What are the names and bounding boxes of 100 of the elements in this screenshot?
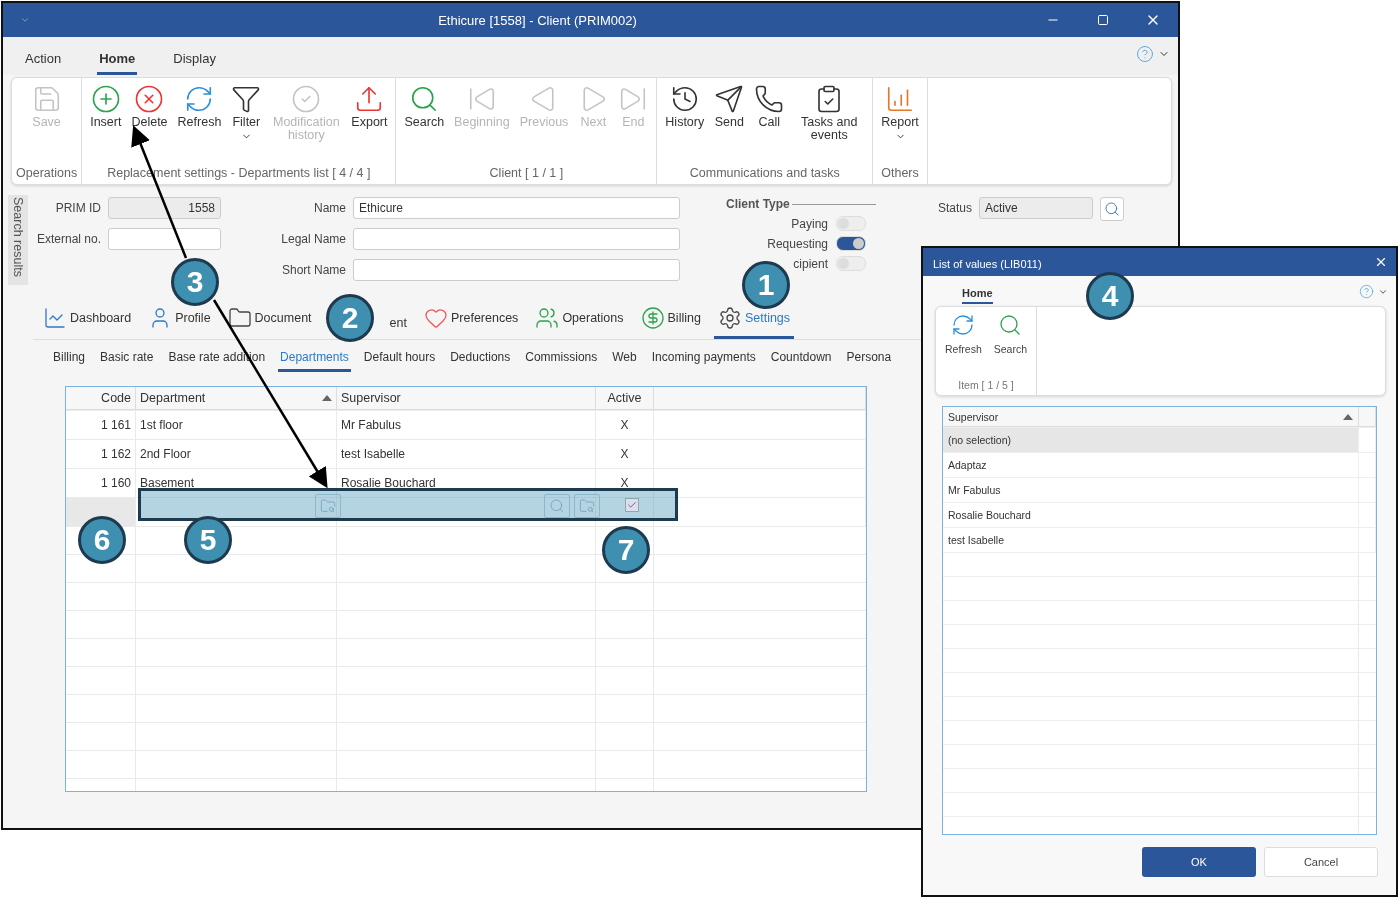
section-tab[interactable]: ent xyxy=(385,316,411,339)
help-icon[interactable] xyxy=(1136,45,1154,63)
group-label: Item [ 1 / 5 ] xyxy=(958,379,1014,391)
window-title: Ethicure [1558] - Client (PRIM002) xyxy=(437,12,638,28)
bar-chart-icon xyxy=(885,84,915,114)
refresh-icon xyxy=(951,313,976,337)
table-cell: test Isabelle xyxy=(337,440,596,468)
sub-tab[interactable]: Commissions xyxy=(523,350,600,372)
sub-tab[interactable]: Web xyxy=(610,350,639,372)
side-panel-tab[interactable]: Search results xyxy=(8,195,28,285)
section-tab[interactable]: Profile xyxy=(144,306,215,339)
ribbon-button[interactable]: Search xyxy=(987,313,1033,379)
sub-tab[interactable]: Default hours xyxy=(361,350,438,372)
table-cell: X xyxy=(596,411,654,439)
sub-tab[interactable]: Deductions xyxy=(448,350,513,372)
plus-icon xyxy=(90,84,121,114)
field-label: External no. xyxy=(35,232,101,246)
field-label: PRIM ID xyxy=(54,201,101,215)
list-item[interactable]: (no selection) xyxy=(943,428,1359,452)
field-label: Name xyxy=(313,201,346,215)
group-label: Others xyxy=(881,165,919,180)
ribbon-button[interactable]: Insert xyxy=(86,82,126,164)
ribbon-button[interactable]: Call xyxy=(750,82,789,164)
toggle-switch[interactable] xyxy=(836,256,866,271)
menu-tab[interactable]: Action xyxy=(23,51,64,75)
section-tab[interactable]: Dashboard xyxy=(39,306,136,339)
people-icon xyxy=(535,306,560,330)
ribbon-button[interactable]: Send xyxy=(710,82,749,164)
ribbon-button[interactable]: Tasks and events xyxy=(790,82,869,164)
search-button[interactable] xyxy=(544,494,570,518)
delete-icon xyxy=(134,84,165,114)
ribbon-button[interactable]: Report xyxy=(877,82,923,164)
menu-tab[interactable]: Home xyxy=(962,287,993,304)
group-label: Operations xyxy=(16,165,78,180)
table-cell: Rosalie Bouchard xyxy=(337,469,596,497)
ribbon-button[interactable]: Filter xyxy=(227,82,266,164)
sub-tab[interactable]: Billing xyxy=(51,350,87,372)
list-item[interactable]: test Isabelle xyxy=(943,528,1359,552)
ribbon-button[interactable]: Export xyxy=(347,82,392,164)
column-header[interactable]: Department xyxy=(136,387,337,410)
cancel-button[interactable]: Cancel xyxy=(1264,847,1378,877)
sub-tab[interactable]: Persona xyxy=(844,350,894,372)
sub-tab[interactable]: Departments xyxy=(278,350,351,372)
ok-button[interactable]: OK xyxy=(1142,847,1256,877)
section-tab[interactable]: Preferences xyxy=(419,306,523,339)
toggle-switch[interactable] xyxy=(836,236,866,251)
close-icon[interactable] xyxy=(1374,255,1388,269)
ribbon-button[interactable]: Search xyxy=(400,82,449,164)
table-cell: 1st floor xyxy=(136,411,337,439)
field-label: Status xyxy=(938,200,973,215)
table-cell: 1 162 xyxy=(66,440,136,468)
lookup-button[interactable] xyxy=(574,494,600,518)
table-cell: X xyxy=(596,440,654,468)
toggle-label: cipient xyxy=(793,256,828,271)
help-icon[interactable] xyxy=(1359,284,1374,299)
send-icon xyxy=(714,84,745,114)
status-field[interactable]: Active xyxy=(979,197,1094,219)
input-field[interactable] xyxy=(353,228,680,250)
column-header[interactable]: Supervisor xyxy=(943,407,1359,427)
checkmark-icon xyxy=(627,500,637,510)
list-item[interactable]: Adaptaz xyxy=(943,453,1359,477)
quick-access-icon[interactable] xyxy=(20,15,30,25)
input-field[interactable]: Ethicure xyxy=(353,197,680,219)
sub-tab[interactable]: Incoming payments xyxy=(649,350,758,372)
sort-arrow-icon xyxy=(1343,413,1353,420)
search-icon xyxy=(1104,201,1121,217)
toggle-label: Paying xyxy=(791,216,828,231)
ribbon-button[interactable]: Refresh xyxy=(173,82,226,164)
list-item[interactable]: Rosalie Bouchard xyxy=(943,503,1359,527)
folder-icon xyxy=(227,306,252,330)
search-button[interactable] xyxy=(1100,197,1125,221)
input-field[interactable] xyxy=(108,228,221,250)
lookup-button[interactable] xyxy=(315,494,341,518)
phone-icon xyxy=(754,84,785,114)
ribbon-button[interactable]: Refresh xyxy=(938,313,988,379)
ribbon-button[interactable]: History xyxy=(661,82,709,164)
table-cell: Basement xyxy=(136,469,337,497)
group-label: Communications and tasks xyxy=(689,165,840,180)
toggle-label: Requesting xyxy=(767,236,828,251)
sub-tab[interactable]: Countdown xyxy=(768,350,834,372)
line-chart-icon xyxy=(43,306,67,330)
checkbox[interactable] xyxy=(625,498,639,512)
check-circle-icon xyxy=(291,84,322,114)
ribbon-button[interactable]: Delete xyxy=(127,82,172,164)
heart-icon xyxy=(423,306,448,330)
table-cell: 1 160 xyxy=(66,469,136,497)
column-header[interactable]: Code xyxy=(66,387,136,410)
input-field[interactable] xyxy=(353,259,680,281)
search-icon xyxy=(549,498,565,514)
menu-tab[interactable]: Display xyxy=(171,51,218,75)
section-tab[interactable]: Operations xyxy=(531,306,628,339)
column-header[interactable]: Active xyxy=(596,387,654,410)
maximize-icon[interactable] xyxy=(1097,14,1109,26)
sub-tab[interactable]: Basic rate xyxy=(98,350,156,372)
section-tab[interactable]: Billing xyxy=(636,306,705,339)
section-tab[interactable]: Document xyxy=(223,306,316,339)
toggle-switch[interactable] xyxy=(836,216,866,231)
column-header[interactable]: Supervisor xyxy=(337,387,596,410)
funnel-icon xyxy=(231,84,262,114)
list-item[interactable]: Mr Fabulus xyxy=(943,478,1359,502)
